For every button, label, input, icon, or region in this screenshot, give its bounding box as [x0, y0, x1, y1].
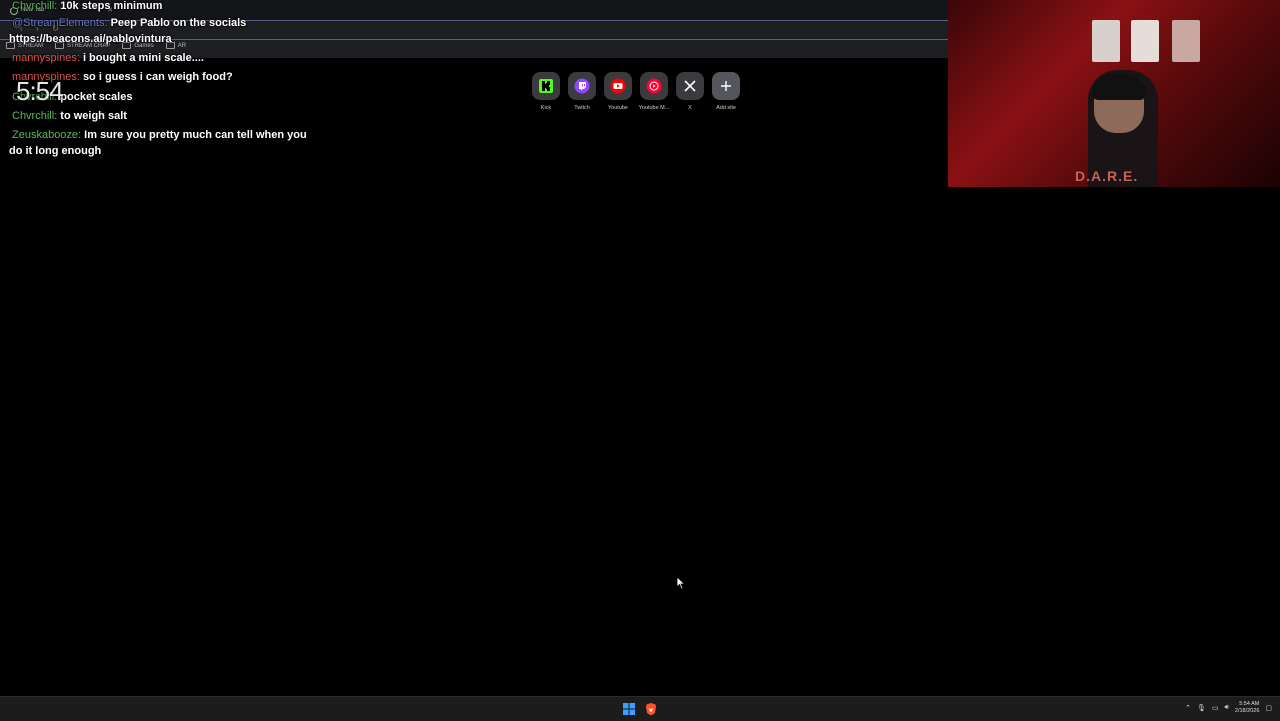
chat-message: do it long enough — [9, 145, 101, 157]
chat-text: pocket scales — [60, 91, 133, 103]
overlay-clock: 5:54 — [16, 76, 64, 106]
taskbar-clock[interactable]: 5:54 AM 2/18/2026 — [1235, 701, 1259, 715]
chat-text: Im sure you pretty much can tell when yo… — [84, 129, 307, 141]
shortcut-twitch[interactable]: Twitch — [568, 72, 596, 111]
taskbar-date: 2/18/2026 — [1234, 708, 1260, 714]
shortcut-add-site[interactable]: Add site — [712, 72, 740, 111]
wall-frame-image — [1172, 20, 1200, 62]
chat-message: @StreamElements: Peep Pablo on the socia… — [12, 17, 246, 29]
chat-text: do it long enough — [9, 145, 102, 157]
brave-browser-icon[interactable] — [644, 702, 658, 716]
chat-username: Zeuskabooze: — [12, 129, 82, 141]
shortcuts-grid: Kick Twitch Youtube Youtube M... X Add s… — [532, 72, 740, 111]
taskbar-time: 5:54 AM — [1239, 701, 1260, 707]
twitch-icon — [568, 72, 596, 100]
chat-text: Peep Pablo on the socials — [110, 17, 247, 29]
chat-message: https://beacons.ai/pablovintura — [9, 33, 172, 45]
shortcut-label: Kick — [540, 105, 552, 111]
chat-message: mannyspines: i bought a mini scale.... — [12, 52, 204, 64]
chat-message: Chvrchill: to weigh salt — [12, 110, 127, 122]
shortcut-label: Youtube — [608, 105, 628, 111]
notification-icon[interactable]: ▢ — [1265, 704, 1272, 712]
shortcut-label: Add site — [716, 105, 736, 111]
chat-text: so i guess i can weigh food? — [82, 71, 233, 83]
network-icon[interactable]: ▭ — [1212, 704, 1219, 712]
chat-text: 10k steps minimum — [60, 0, 163, 12]
shortcut-x[interactable]: X — [676, 72, 704, 111]
microphone-icon[interactable]: 🎙︎ — [1197, 704, 1206, 712]
chat-username: Chvrchill: — [12, 0, 58, 12]
system-tray: ⌃ 🎙︎ ▭ 🔊︎ 5:54 AM 2/18/2026 ▢ — [1185, 701, 1272, 715]
chat-message: Zeuskabooze: Im sure you pretty much can… — [12, 129, 307, 141]
shortcut-youtube[interactable]: Youtube — [604, 72, 632, 111]
chat-link[interactable]: https://beacons.ai/pablovintura — [9, 33, 172, 45]
youtube-icon — [604, 72, 632, 100]
plus-icon — [712, 72, 740, 100]
shirt-text: D.A.R.E. — [1075, 168, 1139, 184]
shortcut-label: X — [688, 105, 692, 111]
youtube-music-icon — [640, 72, 668, 100]
mouse-cursor-icon — [676, 576, 686, 590]
wall-frame-image — [1092, 20, 1120, 62]
chat-text: to weigh salt — [60, 110, 127, 122]
chevron-up-icon[interactable]: ⌃ — [1185, 704, 1191, 712]
x-icon — [676, 72, 704, 100]
volume-icon[interactable]: 🔊︎ — [1224, 704, 1228, 712]
streamer-hat-image — [1092, 74, 1146, 100]
wall-frame-image — [1131, 20, 1159, 62]
chat-text: i bought a mini scale.... — [82, 52, 204, 64]
windows-start-icon[interactable] — [622, 702, 636, 716]
taskbar: ⌃ 🎙︎ ▭ 🔊︎ 5:54 AM 2/18/2026 ▢ — [0, 696, 1280, 721]
chat-message: Chvrchill: 10k steps minimum — [12, 0, 162, 12]
shortcut-label: Youtube M... — [638, 105, 670, 111]
shortcut-label: Twitch — [574, 105, 590, 111]
chat-username: Chvrchill: — [12, 110, 58, 122]
kick-icon — [532, 72, 560, 100]
webcam-overlay: D.A.R.E. — [948, 0, 1280, 187]
shortcut-kick[interactable]: Kick — [532, 72, 560, 111]
shortcut-youtube-music[interactable]: Youtube M... — [638, 72, 670, 111]
chat-username: mannyspines: — [12, 52, 80, 64]
chat-username: @StreamElements: — [12, 17, 108, 29]
